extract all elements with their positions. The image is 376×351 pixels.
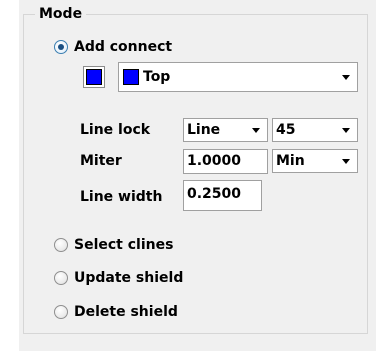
color-square-icon <box>86 69 102 85</box>
radio-delete-shield[interactable]: Delete shield <box>54 302 178 322</box>
radio-add-connect-label: Add connect <box>74 39 173 55</box>
radio-add-connect[interactable]: Add connect <box>54 37 172 57</box>
line-lock-label: Line lock <box>80 122 151 138</box>
layer-color-swatch[interactable] <box>83 66 105 88</box>
miter-label: Miter <box>80 153 122 169</box>
radio-update-shield[interactable]: Update shield <box>54 268 183 288</box>
line-width-label: Line width <box>80 189 163 205</box>
layer-select[interactable]: Top <box>118 62 358 92</box>
line-lock-type-select[interactable]: Line <box>183 118 268 142</box>
line-lock-angle-select[interactable]: 45 <box>272 118 358 142</box>
radio-button-icon[interactable] <box>54 238 68 252</box>
chevron-down-icon[interactable] <box>342 158 350 164</box>
radio-button-icon[interactable] <box>54 271 68 285</box>
line-lock-type-value: Line <box>187 122 221 138</box>
chevron-down-icon[interactable] <box>342 127 350 133</box>
miter-input[interactable]: 1.0000 <box>183 149 268 174</box>
miter-mode-value: Min <box>276 153 305 169</box>
radio-update-shield-label: Update shield <box>74 270 184 286</box>
layer-select-value: Top <box>143 69 171 85</box>
layer-color-icon <box>123 69 139 85</box>
radio-select-clines[interactable]: Select clines <box>54 235 173 255</box>
radio-button-icon[interactable] <box>54 305 68 319</box>
radio-select-clines-label: Select clines <box>74 237 174 253</box>
line-lock-angle-value: 45 <box>276 122 296 138</box>
chevron-down-icon[interactable] <box>342 74 350 80</box>
mode-group-title: Mode <box>35 5 87 23</box>
line-width-input[interactable]: 0.2500 <box>183 180 262 211</box>
radio-button-checked-icon[interactable] <box>54 40 68 54</box>
miter-mode-select[interactable]: Min <box>272 149 358 173</box>
radio-delete-shield-label: Delete shield <box>74 304 178 320</box>
chevron-down-icon[interactable] <box>252 127 260 133</box>
